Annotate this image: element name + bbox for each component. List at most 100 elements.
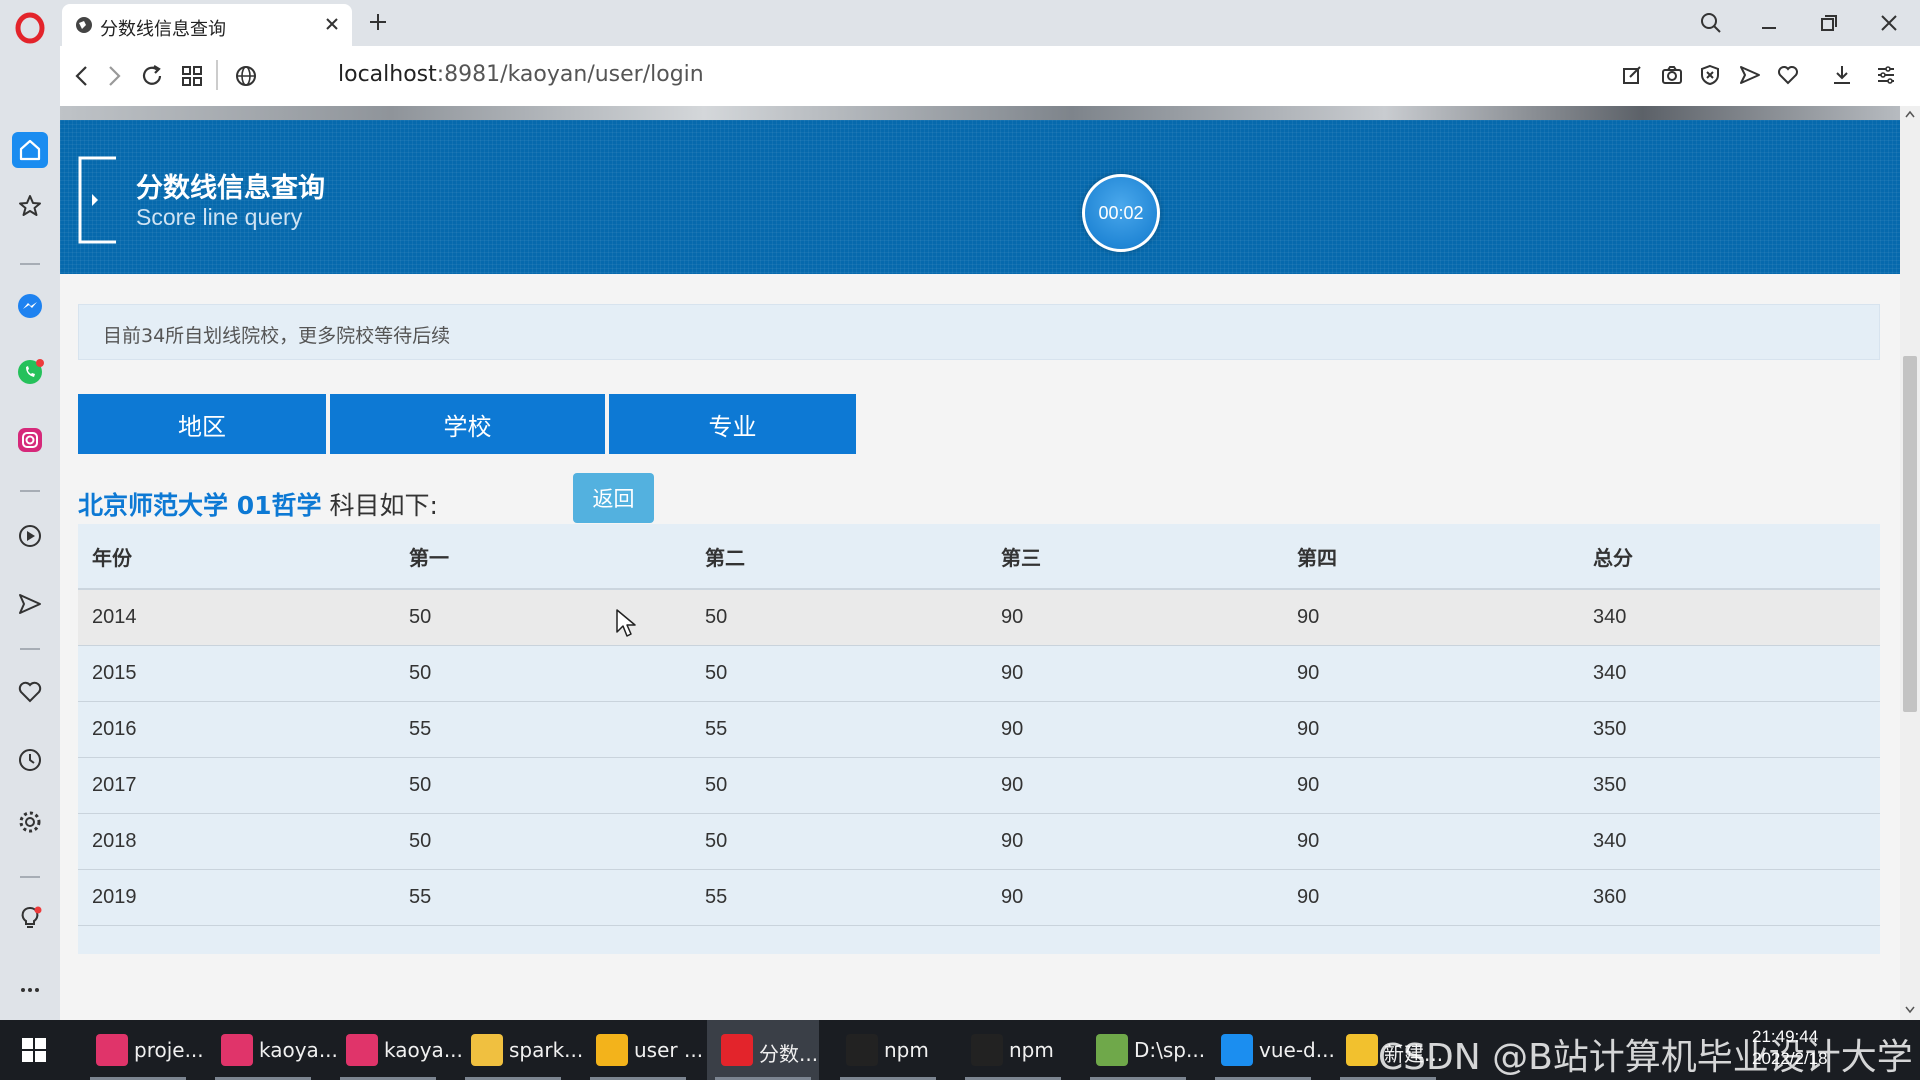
col-header-year: 年份 [78,524,395,590]
taskbar-app-button[interactable]: kaoya... [207,1020,338,1080]
cell-fourth: 90 [1283,869,1579,926]
cell-fourth: 90 [1283,813,1579,870]
sidebar-settings-gear-icon[interactable] [12,804,48,840]
scrollbar-thumb[interactable] [1903,356,1917,712]
restore-icon[interactable] [1816,10,1842,36]
col-header-total: 总分 [1579,524,1880,590]
forward-arrow-icon[interactable] [100,62,128,90]
page-scrollbar[interactable] [1900,106,1920,1020]
heart-bookmark-icon[interactable] [1776,63,1800,87]
sidebar-whatsapp-icon[interactable] [12,354,48,390]
table-header-row: 年份 第一 第二 第三 第四 总分 [78,524,1880,590]
scroll-up-arrow-icon[interactable] [1905,110,1915,118]
speed-dial-grid-icon[interactable] [178,62,206,90]
send-arrow-icon[interactable] [1738,63,1762,87]
minimize-icon[interactable] [1756,10,1782,36]
notice-text: 目前34所自划线院校，更多院校等待后续 [103,325,451,347]
easy-setup-menu-icon[interactable] [1874,63,1898,87]
cell-total: 350 [1579,757,1880,814]
tab-title: 分数线信息查询 [100,19,226,40]
reload-icon[interactable] [138,62,166,90]
taskbar-app-button[interactable]: 分数... [707,1020,819,1080]
sidebar-home-icon[interactable] [12,132,48,168]
cell-fourth: 90 [1283,589,1579,646]
windows-start-icon[interactable] [20,1036,48,1064]
taskbar-app-button[interactable]: user ... [582,1020,703,1080]
sidebar-lightbulb-icon[interactable] [12,900,48,936]
back-arrow-icon[interactable] [68,62,96,90]
cell-first: 50 [395,757,691,814]
sidebar-send-icon[interactable] [12,586,48,622]
opera-icon [721,1034,753,1066]
cell-second: 55 [691,869,987,926]
cell-first: 55 [395,869,691,926]
tab-close-icon[interactable] [322,14,342,34]
cell-second: 50 [691,645,987,702]
taskbar-app-label: spark... [509,1038,584,1062]
intellij-icon [221,1034,253,1066]
result-suffix: 科目如下: [329,491,438,520]
scroll-down-arrow-icon[interactable] [1905,1006,1915,1014]
table-row[interactable]: 2019 55 55 90 90 360 [78,869,1880,926]
table-row[interactable]: 2017 50 50 90 90 350 [78,757,1880,814]
download-icon[interactable] [1830,63,1854,87]
taskbar-app-button[interactable]: spark... [457,1020,583,1080]
new-tab-plus-icon[interactable] [366,10,390,34]
globe-favicon-icon [74,15,94,35]
score-table: 年份 第一 第二 第三 第四 总分 2014 50 50 90 90 340 2… [78,524,1880,926]
table-row[interactable]: 2014 50 50 90 90 340 [78,589,1880,646]
taskbar-app-label: kaoya... [384,1038,463,1062]
filter-school-button[interactable]: 学校 [330,394,605,454]
filter-region-button[interactable]: 地区 [78,394,326,454]
timer-badge: 00:02 [1082,174,1160,252]
url-field[interactable]: localhost:8981/kaoyan/user/login [338,62,704,87]
opera-logo-icon[interactable] [8,6,52,50]
back-button[interactable]: 返回 [573,473,654,523]
cell-total: 360 [1579,869,1880,926]
taskbar-app-label: user ... [634,1038,704,1062]
sidebar-heart-icon[interactable] [12,674,48,710]
window-close-icon[interactable] [1876,10,1902,36]
sidebar-divider [20,490,40,492]
filter-major-button[interactable]: 专业 [609,394,856,454]
site-info-globe-icon[interactable] [232,62,260,90]
cell-second: 50 [691,757,987,814]
address-bar: localhost:8981/kaoyan/user/login [60,46,1920,106]
taskbar-app-button[interactable]: kaoya... [332,1020,463,1080]
edit-share-icon[interactable] [1620,63,1644,87]
cell-total: 340 [1579,813,1880,870]
taskbar-app-button[interactable]: proje... [82,1020,204,1080]
browser-tab-bar: 分数线信息查询 [0,0,1920,46]
cell-fourth: 90 [1283,701,1579,758]
browser-tab-active[interactable]: 分数线信息查询 [62,4,352,46]
table-row[interactable]: 2018 50 50 90 90 340 [78,813,1880,870]
snapshot-camera-icon[interactable] [1660,63,1684,87]
sidebar-divider [20,876,40,878]
cell-year: 2018 [78,813,395,870]
taskbar-app-label: kaoya... [259,1038,338,1062]
sidebar-instagram-icon[interactable] [12,422,48,458]
taskbar-app-button[interactable]: npm [832,1020,944,1080]
sidebar-messenger-icon[interactable] [12,288,48,324]
taskbar-app-button[interactable]: vue-d... [1207,1020,1335,1080]
tab-search-icon[interactable] [1698,10,1724,36]
col-header-second: 第二 [691,524,987,590]
chrome-icon [1346,1034,1378,1066]
system-clock[interactable]: 21:49:44 2022/2/18 [1752,1026,1828,1070]
ad-block-icon[interactable] [1698,63,1722,87]
taskbar-app-label: proje... [134,1038,204,1062]
terminal-icon [846,1034,878,1066]
sidebar-history-clock-icon[interactable] [12,742,48,778]
table-row[interactable]: 2016 55 55 90 90 350 [78,701,1880,758]
sidebar-player-icon[interactable] [12,518,48,554]
taskbar-app-button[interactable]: D:\sp... [1082,1020,1205,1080]
cell-third: 90 [987,645,1283,702]
table-row[interactable]: 2015 50 50 90 90 340 [78,645,1880,702]
sidebar-star-icon[interactable] [12,188,48,224]
taskbar-app-label: 分数... [759,1042,819,1066]
sidebar-more-icon[interactable] [12,972,48,1008]
terminal-icon [971,1034,1003,1066]
taskbar-app-button[interactable]: npm [957,1020,1069,1080]
windows-taskbar: proje... kaoya... kaoya... spark... user ...… [0,1020,1920,1080]
cell-second: 55 [691,701,987,758]
